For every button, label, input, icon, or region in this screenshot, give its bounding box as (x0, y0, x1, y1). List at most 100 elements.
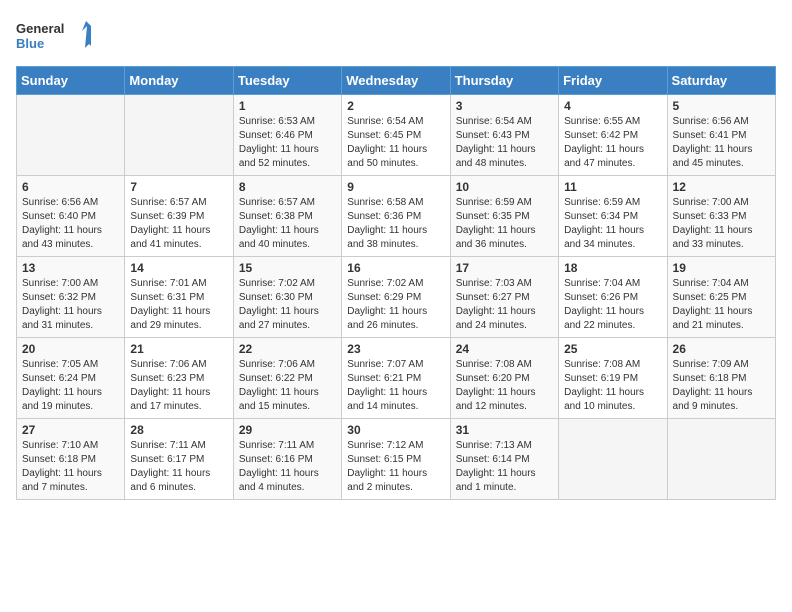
day-number: 16 (347, 261, 444, 275)
day-number: 17 (456, 261, 553, 275)
day-info: Sunrise: 7:10 AM Sunset: 6:18 PM Dayligh… (22, 439, 119, 495)
calendar-cell: 9Sunrise: 6:58 AM Sunset: 6:36 PM Daylig… (342, 176, 450, 257)
calendar-cell: 24 Sunrise: 7:08 AM Sunset: 6:20 PM Dayli… (450, 338, 558, 419)
day-number: 25 (564, 342, 661, 356)
calendar-cell: 12 Sunrise: 7:00 AM Sunset: 6:33 PM Dayli… (667, 176, 775, 257)
header-saturday: Saturday (667, 67, 775, 95)
day-number: 30 (347, 423, 444, 437)
calendar-cell: 18 Sunrise: 7:04 AM Sunset: 6:26 PM Dayli… (559, 257, 667, 338)
day-info: Sunrise: 6:58 AM Sunset: 6:36 PM Dayligh… (347, 196, 444, 252)
day-info: Sunrise: 6:57 AM Sunset: 6:39 PM Dayligh… (130, 196, 227, 252)
day-number: 3 (456, 99, 553, 113)
day-number: 5 (673, 99, 770, 113)
day-number: 24 (456, 342, 553, 356)
day-number: 23 (347, 342, 444, 356)
header-thursday: Thursday (450, 67, 558, 95)
day-number: 2 (347, 99, 444, 113)
calendar-cell: 29 Sunrise: 7:11 AM Sunset: 6:16 PM Dayli… (233, 419, 341, 500)
day-number: 11 (564, 180, 661, 194)
calendar-cell: 30 Sunrise: 7:12 AM Sunset: 6:15 PM Dayli… (342, 419, 450, 500)
day-info: Sunrise: 6:54 AM Sunset: 6:45 PM Dayligh… (347, 115, 444, 171)
day-number: 4 (564, 99, 661, 113)
day-number: 31 (456, 423, 553, 437)
calendar-cell: 21Sunrise: 7:06 AM Sunset: 6:23 PM Dayli… (125, 338, 233, 419)
calendar-table: SundayMondayTuesdayWednesdayThursdayFrid… (16, 66, 776, 500)
calendar-cell (17, 95, 125, 176)
calendar-cell: 11 Sunrise: 6:59 AM Sunset: 6:34 PM Dayli… (559, 176, 667, 257)
calendar-cell (125, 95, 233, 176)
calendar-cell: 23Sunrise: 7:07 AM Sunset: 6:21 PM Dayli… (342, 338, 450, 419)
week-row-4: 20Sunrise: 7:05 AM Sunset: 6:24 PM Dayli… (17, 338, 776, 419)
day-info: Sunrise: 6:53 AM Sunset: 6:46 PM Dayligh… (239, 115, 336, 171)
day-info: Sunrise: 7:12 AM Sunset: 6:15 PM Dayligh… (347, 439, 444, 495)
day-info: Sunrise: 6:57 AM Sunset: 6:38 PM Dayligh… (239, 196, 336, 252)
week-row-3: 13Sunrise: 7:00 AM Sunset: 6:32 PM Dayli… (17, 257, 776, 338)
logo-icon: General Blue (16, 16, 96, 56)
day-number: 1 (239, 99, 336, 113)
day-info: Sunrise: 7:00 AM Sunset: 6:33 PM Dayligh… (673, 196, 770, 252)
day-info: Sunrise: 7:06 AM Sunset: 6:22 PM Dayligh… (239, 358, 336, 414)
calendar-cell: 14 Sunrise: 7:01 AM Sunset: 6:31 PM Dayli… (125, 257, 233, 338)
calendar-cell: 7 Sunrise: 6:57 AM Sunset: 6:39 PM Daylig… (125, 176, 233, 257)
calendar-cell: 5 Sunrise: 6:56 AM Sunset: 6:41 PM Daylig… (667, 95, 775, 176)
day-info: Sunrise: 7:08 AM Sunset: 6:20 PM Dayligh… (456, 358, 553, 414)
day-number: 15 (239, 261, 336, 275)
header-friday: Friday (559, 67, 667, 95)
day-number: 13 (22, 261, 119, 275)
calendar-cell: 27Sunrise: 7:10 AM Sunset: 6:18 PM Dayli… (17, 419, 125, 500)
day-number: 10 (456, 180, 553, 194)
calendar-cell: 31Sunrise: 7:13 AM Sunset: 6:14 PM Dayli… (450, 419, 558, 500)
calendar-cell: 16 Sunrise: 7:02 AM Sunset: 6:29 PM Dayli… (342, 257, 450, 338)
week-row-1: 1 Sunrise: 6:53 AM Sunset: 6:46 PM Daylig… (17, 95, 776, 176)
calendar-cell: 4Sunrise: 6:55 AM Sunset: 6:42 PM Daylig… (559, 95, 667, 176)
calendar-cell: 25 Sunrise: 7:08 AM Sunset: 6:19 PM Dayli… (559, 338, 667, 419)
calendar-cell: 3Sunrise: 6:54 AM Sunset: 6:43 PM Daylig… (450, 95, 558, 176)
calendar-cell: 2 Sunrise: 6:54 AM Sunset: 6:45 PM Daylig… (342, 95, 450, 176)
week-row-5: 27Sunrise: 7:10 AM Sunset: 6:18 PM Dayli… (17, 419, 776, 500)
calendar-cell: 26Sunrise: 7:09 AM Sunset: 6:18 PM Dayli… (667, 338, 775, 419)
day-number: 18 (564, 261, 661, 275)
day-info: Sunrise: 6:56 AM Sunset: 6:40 PM Dayligh… (22, 196, 119, 252)
day-number: 20 (22, 342, 119, 356)
day-info: Sunrise: 6:59 AM Sunset: 6:34 PM Dayligh… (564, 196, 661, 252)
header-sunday: Sunday (17, 67, 125, 95)
header-monday: Monday (125, 67, 233, 95)
day-number: 12 (673, 180, 770, 194)
day-number: 21 (130, 342, 227, 356)
day-number: 8 (239, 180, 336, 194)
svg-text:General: General (16, 21, 64, 36)
calendar-cell: 15 Sunrise: 7:02 AM Sunset: 6:30 PM Dayli… (233, 257, 341, 338)
calendar-cell: 19 Sunrise: 7:04 AM Sunset: 6:25 PM Dayli… (667, 257, 775, 338)
day-info: Sunrise: 7:03 AM Sunset: 6:27 PM Dayligh… (456, 277, 553, 333)
calendar-cell: 28Sunrise: 7:11 AM Sunset: 6:17 PM Dayli… (125, 419, 233, 500)
day-number: 14 (130, 261, 227, 275)
header-tuesday: Tuesday (233, 67, 341, 95)
day-number: 22 (239, 342, 336, 356)
week-row-2: 6Sunrise: 6:56 AM Sunset: 6:40 PM Daylig… (17, 176, 776, 257)
day-info: Sunrise: 7:04 AM Sunset: 6:26 PM Dayligh… (564, 277, 661, 333)
day-number: 19 (673, 261, 770, 275)
day-info: Sunrise: 6:56 AM Sunset: 6:41 PM Dayligh… (673, 115, 770, 171)
page-header: General Blue (16, 16, 776, 56)
day-info: Sunrise: 7:09 AM Sunset: 6:18 PM Dayligh… (673, 358, 770, 414)
calendar-cell: 22 Sunrise: 7:06 AM Sunset: 6:22 PM Dayli… (233, 338, 341, 419)
day-info: Sunrise: 7:01 AM Sunset: 6:31 PM Dayligh… (130, 277, 227, 333)
calendar-cell: 10 Sunrise: 6:59 AM Sunset: 6:35 PM Dayli… (450, 176, 558, 257)
day-info: Sunrise: 7:02 AM Sunset: 6:30 PM Dayligh… (239, 277, 336, 333)
day-info: Sunrise: 7:08 AM Sunset: 6:19 PM Dayligh… (564, 358, 661, 414)
calendar-cell: 13Sunrise: 7:00 AM Sunset: 6:32 PM Dayli… (17, 257, 125, 338)
day-info: Sunrise: 7:02 AM Sunset: 6:29 PM Dayligh… (347, 277, 444, 333)
calendar-cell: 20Sunrise: 7:05 AM Sunset: 6:24 PM Dayli… (17, 338, 125, 419)
svg-text:Blue: Blue (16, 36, 44, 51)
day-number: 29 (239, 423, 336, 437)
weekday-header-row: SundayMondayTuesdayWednesdayThursdayFrid… (17, 67, 776, 95)
logo: General Blue (16, 16, 96, 56)
calendar-cell: 8 Sunrise: 6:57 AM Sunset: 6:38 PM Daylig… (233, 176, 341, 257)
day-info: Sunrise: 7:04 AM Sunset: 6:25 PM Dayligh… (673, 277, 770, 333)
day-number: 7 (130, 180, 227, 194)
day-info: Sunrise: 7:11 AM Sunset: 6:17 PM Dayligh… (130, 439, 227, 495)
calendar-cell: 17 Sunrise: 7:03 AM Sunset: 6:27 PM Dayli… (450, 257, 558, 338)
calendar-cell: 1 Sunrise: 6:53 AM Sunset: 6:46 PM Daylig… (233, 95, 341, 176)
day-info: Sunrise: 7:11 AM Sunset: 6:16 PM Dayligh… (239, 439, 336, 495)
day-info: Sunrise: 6:59 AM Sunset: 6:35 PM Dayligh… (456, 196, 553, 252)
